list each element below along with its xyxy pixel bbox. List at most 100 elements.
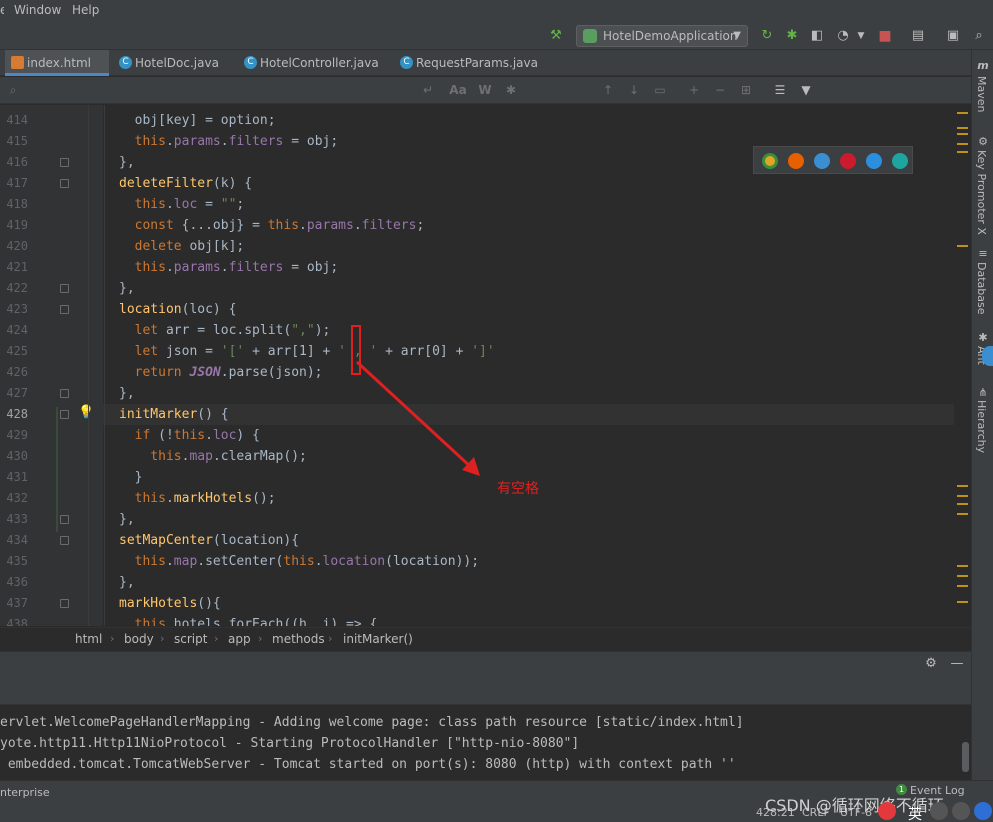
add-occurrence-icon[interactable]: + [685, 81, 703, 99]
fold-marker-icon[interactable] [60, 389, 69, 398]
line-number[interactable]: 424 [0, 323, 28, 337]
remove-occurrence-icon[interactable]: − [711, 81, 729, 99]
next-occurrence-icon[interactable]: ↓ [625, 81, 643, 99]
menu-item-help[interactable]: Help [72, 3, 99, 17]
line-number[interactable]: 430 [0, 449, 28, 463]
tool-window-maven[interactable]: Maven [975, 76, 988, 112]
rerun-icon[interactable]: ↻ [758, 27, 776, 45]
project-structure-icon[interactable]: ▤ [909, 27, 927, 45]
safari-icon[interactable] [814, 153, 830, 169]
error-stripe-mark[interactable] [957, 112, 968, 114]
line-number[interactable]: 437 [0, 596, 28, 610]
line-number[interactable]: 436 [0, 575, 28, 589]
breadcrumb-item[interactable]: script [174, 632, 207, 646]
error-stripe-mark[interactable] [957, 133, 968, 135]
ime-emoji-icon[interactable] [952, 802, 970, 820]
error-stripe-mark[interactable] [957, 565, 968, 567]
error-stripe-mark[interactable] [957, 585, 968, 587]
error-stripe-mark[interactable] [957, 495, 968, 497]
whole-words-icon[interactable]: W [476, 81, 494, 99]
error-stripe-mark[interactable] [957, 127, 968, 129]
line-number[interactable]: 426 [0, 365, 28, 379]
hide-panel-icon[interactable]: — [948, 655, 966, 673]
fold-marker-icon[interactable] [60, 410, 69, 419]
search-icon[interactable]: ⌕ [4, 81, 22, 99]
line-number[interactable]: 438 [0, 617, 28, 626]
line-number[interactable]: 429 [0, 428, 28, 442]
opera-icon[interactable] [840, 153, 856, 169]
ime-punct-icon[interactable] [930, 802, 948, 820]
ie-icon[interactable] [866, 153, 882, 169]
gear-icon[interactable]: ⚙ [922, 655, 940, 673]
debug-icon[interactable]: ✱ [783, 27, 801, 45]
fold-marker-icon[interactable] [60, 284, 69, 293]
error-stripe-mark[interactable] [957, 513, 968, 515]
line-number[interactable]: 423 [0, 302, 28, 316]
search-everywhere-icon[interactable]: ⌕ [970, 27, 988, 45]
line-number[interactable]: 434 [0, 533, 28, 547]
match-case-icon[interactable]: Aa [449, 81, 467, 99]
firefox-icon[interactable] [788, 153, 804, 169]
profile-icon[interactable]: ◔ [834, 27, 852, 45]
breadcrumb-item[interactable]: methods [272, 632, 325, 646]
ime-voice-icon[interactable] [974, 802, 992, 820]
line-number[interactable]: 431 [0, 470, 28, 484]
run-console[interactable]: ervlet.WelcomePageHandlerMapping - Addin… [0, 705, 971, 780]
run-configuration-select[interactable]: HotelDemoApplication ▼ [576, 25, 748, 47]
select-all-icon[interactable]: ⊞ [737, 81, 755, 99]
line-number[interactable]: 416 [0, 155, 28, 169]
chrome-icon[interactable] [762, 153, 778, 169]
error-stripe-mark[interactable] [957, 601, 968, 603]
tab-hoteldoc-java[interactable]: C HotelDoc.java × [113, 50, 231, 96]
line-number[interactable]: 420 [0, 239, 28, 253]
funnel-icon[interactable]: ▼ [797, 81, 815, 99]
build-hammer-icon[interactable]: ⚒ [547, 27, 565, 45]
presentation-mode-icon[interactable]: ▣ [944, 27, 962, 45]
line-number[interactable]: 428 [0, 407, 28, 421]
tool-window-database[interactable]: Database [975, 262, 988, 315]
intention-bulb-icon[interactable]: 💡 [78, 405, 94, 420]
ime-language-label[interactable]: 英 [908, 804, 922, 822]
code-editor[interactable]: 414 obj[key] = option; 415 this.params.fi… [0, 105, 971, 626]
prev-occurrence-icon[interactable]: ↑ [599, 81, 617, 99]
line-number[interactable]: 432 [0, 491, 28, 505]
fold-marker-icon[interactable] [60, 515, 69, 524]
line-number[interactable]: 433 [0, 512, 28, 526]
newline-icon[interactable]: ↵ [419, 81, 437, 99]
line-number[interactable]: 417 [0, 176, 28, 190]
stop-icon[interactable]: ■ [876, 27, 894, 45]
editor-scrollbar[interactable] [954, 105, 971, 626]
line-number[interactable]: 419 [0, 218, 28, 232]
line-number[interactable]: 427 [0, 386, 28, 400]
select-all-occurrences-icon[interactable]: ▭ [651, 81, 669, 99]
floating-assistant-icon[interactable] [982, 346, 993, 366]
fold-marker-icon[interactable] [60, 305, 69, 314]
breadcrumb-item[interactable]: app [228, 632, 251, 646]
error-stripe-mark[interactable] [957, 503, 968, 505]
fold-marker-icon[interactable] [60, 536, 69, 545]
menu-item-partial[interactable]: e [0, 3, 4, 17]
error-stripe-mark[interactable] [957, 143, 968, 145]
breadcrumb-item[interactable]: body [124, 632, 154, 646]
sogou-ime-icon[interactable] [878, 802, 896, 820]
error-stripe-mark[interactable] [957, 575, 968, 577]
line-number[interactable]: 418 [0, 197, 28, 211]
breadcrumb-item[interactable]: initMarker() [343, 632, 413, 646]
line-number[interactable]: 414 [0, 113, 28, 127]
tab-requestparams-java[interactable]: C RequestParams.java × [394, 50, 544, 96]
error-stripe-mark[interactable] [957, 151, 968, 153]
line-number[interactable]: 415 [0, 134, 28, 148]
breadcrumb-item[interactable]: html [75, 632, 102, 646]
tool-window-hierarchy[interactable]: Hierarchy [975, 400, 988, 453]
tab-hotelcontroller-java[interactable]: C HotelController.java × [238, 50, 386, 96]
fold-marker-icon[interactable] [60, 599, 69, 608]
error-stripe-mark[interactable] [957, 485, 968, 487]
line-number[interactable]: 421 [0, 260, 28, 274]
edge-icon[interactable] [892, 153, 908, 169]
filter-results-icon[interactable]: ☰ [771, 81, 789, 99]
regex-icon[interactable]: ✱ [502, 81, 520, 99]
line-number[interactable]: 435 [0, 554, 28, 568]
more-run-chevron-icon[interactable]: ▼ [852, 27, 870, 45]
console-scrollbar[interactable] [962, 742, 969, 772]
line-number[interactable]: 425 [0, 344, 28, 358]
